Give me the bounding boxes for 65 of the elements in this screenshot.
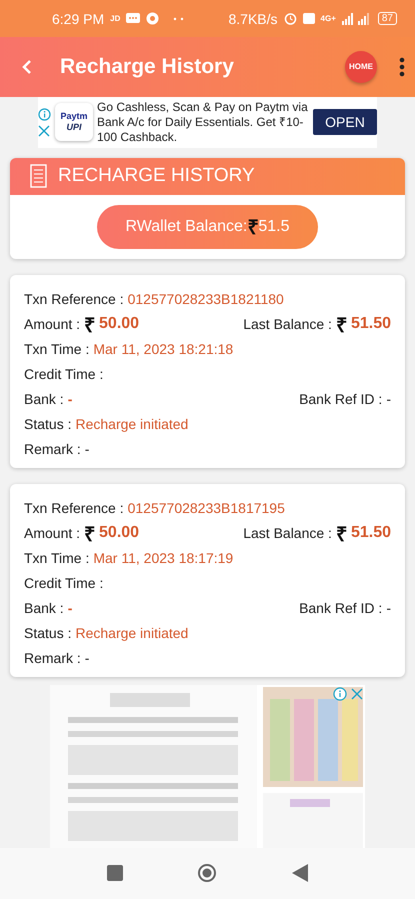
- field-label: Last Balance :: [243, 316, 332, 332]
- field-label: Credit Time :: [24, 575, 104, 592]
- field-value: -: [68, 600, 72, 616]
- home-icon[interactable]: [197, 863, 218, 884]
- field-label: Amount :: [24, 316, 80, 332]
- field-label: Credit Time :: [24, 366, 104, 382]
- field-label: Status :: [24, 625, 72, 642]
- field-value: 50.00: [99, 524, 140, 542]
- balance-label: RWallet Balance:: [126, 218, 248, 236]
- balance-amount: 51.5: [258, 218, 290, 236]
- message-icon: [126, 12, 140, 25]
- alarm-icon: [284, 12, 297, 26]
- field-value: -: [84, 650, 90, 666]
- signal-icon: [342, 12, 372, 25]
- field-value: Mar 11, 2023 18:21:18: [93, 341, 234, 358]
- ad-text: Go Cashless, Scan & Pay on Paytm via Bank A/c for Daily Essentials. Get ₹10-100 Cashback.: [97, 100, 309, 145]
- field-value: Recharge initiated: [75, 416, 188, 432]
- field-value: -: [386, 600, 391, 616]
- field-value: -: [84, 441, 90, 458]
- recents-icon[interactable]: [107, 865, 124, 882]
- field-value: 50.00: [99, 315, 140, 334]
- field-label: Txn Reference :: [24, 500, 124, 516]
- page-title: Recharge History: [60, 54, 235, 79]
- field-label: Bank :: [24, 391, 64, 408]
- network-speed: 8.7KB/s: [228, 10, 278, 27]
- field-label: Remark :: [24, 650, 81, 666]
- field-label: Last Balance :: [243, 525, 332, 542]
- carrier-tag: JD: [110, 14, 120, 24]
- field-label: Txn Time :: [24, 341, 90, 358]
- field-label: Bank Ref ID :: [299, 600, 382, 616]
- field-value: Mar 11, 2023 18:17:19: [93, 550, 234, 566]
- back-icon[interactable]: [292, 864, 308, 882]
- rupee-sign: ₹: [336, 314, 347, 338]
- rupee-sign: ₹: [84, 522, 96, 547]
- rupee-sign: ₹: [336, 522, 347, 547]
- field-value: 51.50: [350, 315, 391, 334]
- battery-level: 87: [378, 12, 397, 26]
- app-logo: Paytm UPI: [55, 103, 93, 142]
- field-label: Amount :: [24, 525, 80, 542]
- info-icon[interactable]: [333, 686, 347, 701]
- more-dots-icon: [173, 16, 186, 21]
- field-label: Remark :: [24, 441, 81, 458]
- open-button[interactable]: OPEN: [313, 109, 377, 136]
- back-icon[interactable]: [22, 58, 32, 75]
- close-icon[interactable]: [38, 124, 50, 137]
- field-value: 51.50: [350, 524, 391, 542]
- clock-time: 6:29 PM: [52, 10, 104, 27]
- field-value: 012577028233B1817195: [128, 500, 285, 516]
- close-icon[interactable]: [351, 688, 363, 700]
- field-value: -: [68, 391, 72, 408]
- network-type: 4G+: [320, 14, 336, 24]
- home-button[interactable]: HOME: [345, 50, 377, 83]
- field-label: Txn Reference :: [24, 291, 124, 308]
- more-menu-icon[interactable]: [399, 56, 405, 77]
- field-label: Status :: [24, 416, 72, 432]
- field-value: -: [386, 391, 391, 408]
- rupee-sign: ₹: [84, 314, 96, 338]
- info-icon[interactable]: [38, 108, 51, 121]
- field-label: Bank Ref ID :: [299, 391, 382, 408]
- rupee-sign: ₹: [247, 216, 258, 240]
- field-label: Bank :: [24, 600, 64, 616]
- section-title: RECHARGE HISTORY: [58, 165, 255, 188]
- field-label: Txn Time :: [24, 550, 90, 566]
- field-value: 012577028233B1821180: [128, 291, 284, 308]
- field-value: Recharge initiated: [75, 625, 188, 642]
